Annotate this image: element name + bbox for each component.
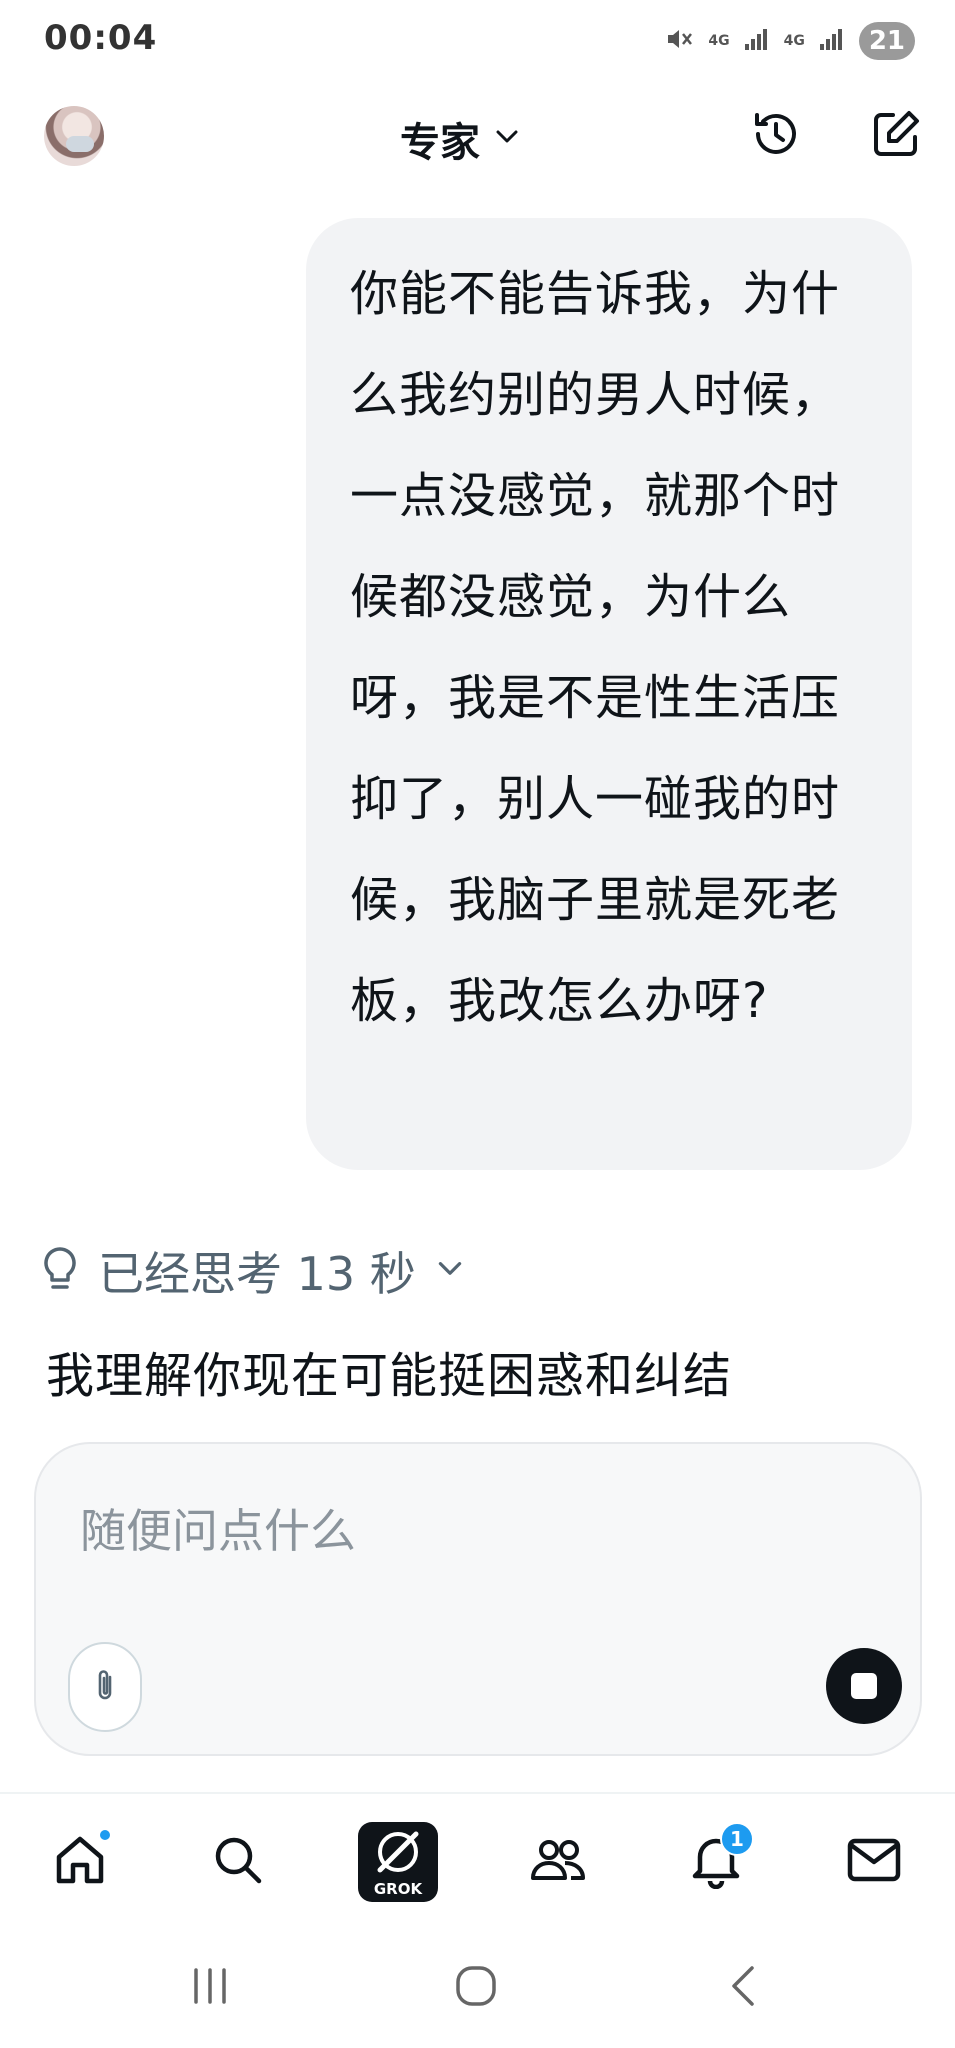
system-navigation-bar bbox=[0, 1928, 955, 2048]
nav-home[interactable] bbox=[40, 1822, 120, 1902]
mute-icon bbox=[664, 24, 694, 58]
thinking-toggle[interactable]: 已经思考 13 秒 bbox=[40, 1238, 466, 1304]
people-icon bbox=[527, 1832, 589, 1892]
stop-icon bbox=[851, 1673, 877, 1699]
bottom-navigation: GROK 1 bbox=[0, 1792, 955, 1928]
lightbulb-icon bbox=[40, 1245, 80, 1297]
nav-grok[interactable]: GROK bbox=[358, 1822, 438, 1902]
search-icon bbox=[210, 1832, 266, 1892]
network-4g-label: 4G bbox=[708, 33, 730, 49]
compose-icon bbox=[869, 107, 923, 165]
battery-indicator: 21 bbox=[858, 22, 915, 60]
status-icons: 4G 4G 21 bbox=[664, 22, 915, 60]
grok-label: GROK bbox=[373, 1880, 423, 1898]
recents-icon bbox=[188, 1966, 232, 2010]
nav-search[interactable] bbox=[198, 1822, 278, 1902]
nav-notifications[interactable]: 1 bbox=[676, 1822, 756, 1902]
stop-generation-button[interactable] bbox=[826, 1648, 902, 1724]
home-system-button[interactable] bbox=[446, 1958, 506, 2018]
chevron-down-icon bbox=[492, 122, 522, 156]
back-button[interactable] bbox=[714, 1958, 774, 2018]
status-bar: 00:04 4G 4G 21 bbox=[0, 0, 955, 84]
user-message-text: 你能不能告诉我，为什么我约别的男人时候，一点没感觉，就那个时候都没感觉，为什么呀… bbox=[350, 266, 841, 1029]
message-composer bbox=[34, 1442, 922, 1756]
paperclip-icon bbox=[90, 1665, 120, 1709]
home-circle-icon bbox=[452, 1962, 500, 2014]
status-time: 00:04 bbox=[44, 18, 158, 58]
user-message-bubble: 你能不能告诉我，为什么我约别的男人时候，一点没感觉，就那个时候都没感觉，为什么呀… bbox=[306, 218, 912, 1170]
network-4g-label-2: 4G bbox=[783, 33, 805, 49]
nav-communities[interactable] bbox=[518, 1822, 598, 1902]
nav-messages[interactable] bbox=[834, 1822, 914, 1902]
new-chat-button[interactable] bbox=[864, 104, 928, 168]
signal-icon-2 bbox=[819, 26, 845, 56]
history-button[interactable] bbox=[744, 104, 808, 168]
avatar[interactable] bbox=[44, 106, 104, 166]
thinking-label: 已经思考 13 秒 bbox=[98, 1247, 416, 1301]
mail-icon bbox=[845, 1835, 903, 1889]
recent-apps-button[interactable] bbox=[180, 1958, 240, 2018]
model-selector[interactable]: 专家 bbox=[400, 110, 522, 168]
home-unread-dot bbox=[98, 1828, 112, 1842]
grok-icon: GROK bbox=[358, 1822, 438, 1902]
attach-button[interactable] bbox=[68, 1642, 142, 1732]
chat-header: 专家 bbox=[0, 84, 955, 194]
notification-badge: 1 bbox=[720, 1822, 754, 1856]
message-input[interactable] bbox=[80, 1496, 860, 1566]
chevron-down-icon bbox=[434, 1253, 466, 1289]
history-icon bbox=[748, 106, 804, 166]
assistant-response-text: 我理解你现在可能挺困惑和纠结 bbox=[46, 1348, 733, 1404]
model-label: 专家 bbox=[400, 120, 480, 166]
back-icon bbox=[724, 1962, 764, 2014]
signal-icon bbox=[744, 26, 770, 56]
